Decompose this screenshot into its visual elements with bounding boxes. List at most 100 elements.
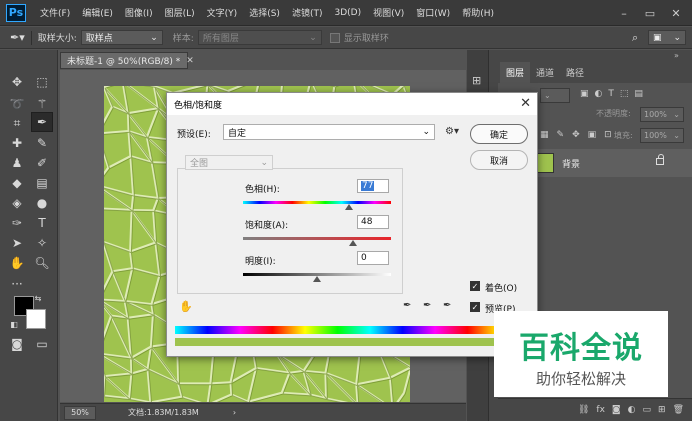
eyedropper-tool-icon[interactable]: ✒ [31, 112, 53, 132]
new-layer-icon[interactable]: ⊞ [658, 405, 666, 415]
layer-style-icon[interactable]: fx [596, 405, 605, 415]
watermark-subtitle: 助你轻松解决 [535, 370, 626, 388]
opacity-field[interactable]: 100% ⌄ [640, 107, 684, 122]
brush-tool-icon[interactable]: ✎ [31, 133, 53, 153]
filter-adjust-icon[interactable]: ◐ [595, 89, 603, 99]
menu-filter[interactable]: 滤镜(T) [286, 6, 329, 19]
clone-stamp-tool-icon[interactable]: ♟ [6, 153, 28, 173]
hue-slider-track[interactable] [243, 201, 391, 204]
lasso-tool-icon[interactable]: ➰ [6, 94, 28, 114]
history-icon[interactable]: ⊞ [472, 74, 481, 87]
lock-paint-icon[interactable]: ✎ [557, 130, 565, 140]
delete-layer-icon[interactable]: 🗑︎ [673, 405, 684, 415]
menu-3d[interactable]: 3D(D) [328, 8, 367, 18]
eyedropper-tool-icon[interactable]: ✒▾ [10, 31, 25, 44]
lightness-slider-thumb[interactable] [313, 276, 321, 282]
menu-type[interactable]: 文字(Y) [201, 6, 244, 19]
targeted-adjustment-hand-icon[interactable]: ✋ [179, 300, 193, 313]
hue-saturation-dialog: 色相/饱和度 ✕ 预设(E): 自定 ⌄ ⚙▾ 确定 取消 全图 ⌄ 色相(H)… [166, 92, 538, 357]
preview-checkbox[interactable]: ✓ [470, 302, 480, 312]
dodge-tool-icon[interactable]: ● [31, 193, 53, 213]
window-close-icon[interactable]: ✕ [664, 0, 688, 26]
collapse-panel-icon[interactable]: » [674, 51, 679, 60]
workspace-select[interactable]: ▣ ⌄ [648, 30, 686, 45]
tab-paths[interactable]: 路径 [560, 62, 590, 83]
menu-window[interactable]: 窗口(W) [410, 6, 456, 19]
preset-options-gear-icon[interactable]: ⚙▾ [445, 126, 459, 137]
dialog-title-bar[interactable]: 色相/饱和度 ✕ [167, 93, 537, 115]
sample-size-select[interactable]: 取样点 ⌄ [80, 30, 163, 45]
gradient-tool-icon[interactable]: ▤ [31, 173, 53, 193]
blur-tool-icon[interactable]: ◈ [6, 193, 28, 213]
restore-icon[interactable]: ▭ [638, 0, 662, 26]
lock-artboard-icon[interactable]: ▣ [588, 130, 597, 140]
filter-type-icon[interactable]: T [608, 89, 614, 99]
background-color-swatch[interactable] [26, 309, 46, 329]
tab-channels[interactable]: 通道 [530, 62, 560, 83]
show-ring-checkbox[interactable]: 显示取样环 [329, 31, 389, 44]
more-tools-icon[interactable]: ··· [6, 274, 28, 294]
lock-pixels-icon[interactable]: ▦ [540, 130, 549, 140]
layer-filter-select[interactable]: ⌄ [540, 88, 570, 103]
healing-brush-tool-icon[interactable]: ✚ [6, 133, 28, 153]
colorize-checkbox[interactable]: ✓ [470, 281, 480, 291]
menu-edit[interactable]: 编辑(E) [76, 6, 119, 19]
saturation-slider-track[interactable] [243, 237, 391, 240]
filter-shape-icon[interactable]: ⬚ [620, 89, 629, 99]
search-icon[interactable]: ⌕ [632, 31, 638, 45]
screen-mode-icon[interactable]: ▭ [31, 334, 53, 354]
quick-mask-icon[interactable]: ◙ [6, 334, 28, 354]
filter-smart-icon[interactable]: ▤ [634, 89, 643, 99]
hue-field[interactable]: 77 [357, 179, 389, 193]
crop-tool-icon[interactable]: ⌗ [6, 113, 28, 133]
sample-select[interactable]: 所有图层 ⌄ [197, 30, 322, 45]
dialog-close-icon[interactable]: ✕ [520, 96, 531, 111]
menu-view[interactable]: 视图(V) [367, 6, 410, 19]
layer-mask-icon[interactable]: ◙ [612, 405, 621, 415]
document-tab[interactable]: 未标题-1 @ 50%(RGB/8) * ✕ [60, 52, 194, 69]
pen-tool-icon[interactable]: ✑ [6, 213, 28, 233]
eyedropper-plus-icon[interactable]: ✒ [423, 300, 431, 311]
lock-position-icon[interactable]: ✥ [572, 130, 580, 140]
marquee-tool-icon[interactable]: ⬚ [31, 72, 53, 92]
adjustment-layer-icon[interactable]: ◐ [628, 405, 636, 415]
zoom-tool-icon[interactable]: 🔍︎ [31, 253, 53, 273]
channel-select[interactable]: 全图 ⌄ [185, 155, 273, 170]
opacity-value: 100% [644, 110, 667, 119]
eyedropper-icon[interactable]: ✒ [403, 300, 411, 311]
hand-tool-icon[interactable]: ✋ [6, 253, 28, 273]
menu-image[interactable]: 图像(I) [119, 6, 159, 19]
magic-wand-tool-icon[interactable]: ⚚ [31, 94, 53, 114]
menu-help[interactable]: 帮助(H) [456, 6, 500, 19]
type-tool-icon[interactable]: T [31, 213, 53, 233]
new-group-icon[interactable]: ▭ [643, 405, 652, 415]
minimize-icon[interactable]: – [612, 0, 636, 26]
menu-select[interactable]: 选择(S) [243, 6, 286, 19]
eyedropper-minus-icon[interactable]: ✒ [443, 300, 451, 311]
fill-field[interactable]: 100% ⌄ [640, 128, 684, 143]
swap-colors-icon[interactable]: ⇆ [32, 292, 44, 304]
lightness-field[interactable]: 0 [357, 251, 389, 265]
filter-pixel-icon[interactable]: ▣ [580, 89, 589, 99]
cancel-button[interactable]: 取消 [470, 150, 528, 170]
preset-select[interactable]: 自定 ⌄ [223, 124, 435, 140]
menu-file[interactable]: 文件(F) [34, 6, 76, 19]
shape-tool-icon[interactable]: ✧ [31, 233, 53, 253]
history-brush-tool-icon[interactable]: ✐ [31, 153, 53, 173]
link-layers-icon[interactable]: ⛓ [578, 405, 589, 415]
saturation-slider-thumb[interactable] [348, 240, 357, 246]
default-colors-icon[interactable]: ◧ [8, 318, 20, 330]
eraser-tool-icon[interactable]: ◆ [6, 173, 28, 193]
ok-button[interactable]: 确定 [470, 124, 528, 144]
chevron-right-icon[interactable]: › [233, 408, 236, 417]
saturation-field[interactable]: 48 [357, 215, 389, 229]
hue-slider-thumb[interactable] [344, 204, 353, 210]
zoom-field[interactable]: 50% [64, 405, 96, 420]
move-tool-icon[interactable]: ✥ [6, 72, 28, 92]
lock-all-icon[interactable]: ⊡ [604, 130, 612, 140]
lightness-value: 0 [361, 253, 367, 263]
tab-layers[interactable]: 图层 [500, 62, 531, 83]
close-tab-icon[interactable]: ✕ [186, 56, 194, 66]
menu-layer[interactable]: 图层(L) [159, 6, 201, 19]
path-selection-tool-icon[interactable]: ➤ [6, 233, 28, 253]
